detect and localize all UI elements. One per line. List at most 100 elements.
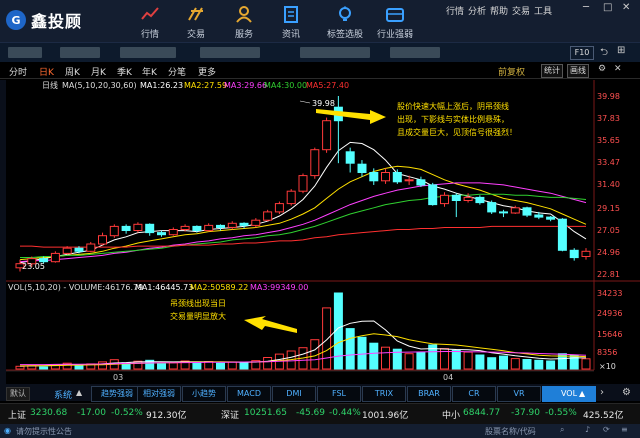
layout-icon[interactable]: ⊞ [617, 45, 625, 56]
menu-tools[interactable]: 工具 [534, 4, 552, 17]
sh-change: -17.00 [77, 408, 107, 418]
minimize-button[interactable]: ─ [583, 2, 589, 13]
caret-up-icon[interactable]: ▲ [579, 389, 585, 398]
nav-industry[interactable]: 行业强弱 [372, 4, 418, 40]
notice-text[interactable]: 请勿提示性公告 [16, 426, 72, 437]
period-tab[interactable]: 季K [117, 65, 132, 78]
indicator-tab[interactable]: VR [497, 386, 541, 402]
nav-tag-picker[interactable]: 标签选股 [322, 4, 368, 40]
candle-down [239, 222, 249, 226]
stock-info-bar [0, 43, 640, 62]
kline-chart[interactable]: 日线 MA(5,10,20,30,60) MA1:26.23 MA2:27.59… [0, 80, 640, 384]
candle-down [451, 194, 461, 202]
search-icon[interactable]: ⌕ [560, 425, 564, 435]
high-price-label: 39.98 [312, 99, 335, 108]
indicator-tab[interactable]: 小趋势 [182, 386, 226, 402]
sz-label[interactable]: 深证 [221, 408, 239, 421]
stock-search-input[interactable]: 股票名称/代码 [485, 426, 536, 437]
indicator-tab[interactable]: 趋势强弱 [91, 386, 143, 402]
system-dropdown[interactable]: 系统 [54, 388, 72, 401]
annotation-line: 出现，下影线与实体比例悬殊， [397, 115, 509, 124]
indicator-tab[interactable]: FSL [317, 386, 361, 402]
volume-bar [499, 355, 508, 370]
volume-bar [322, 307, 332, 370]
volume-bar [487, 357, 497, 370]
volume-bar [263, 357, 273, 370]
annotation-hanging-man: 股价快速大幅上涨后，阴吊颈线 出现，下影线与实体比例悬殊， 且成交量巨大，见顶信… [397, 100, 517, 139]
nav-label: 行情 [140, 30, 159, 40]
sh-label[interactable]: 上证 [8, 408, 26, 421]
y-tick: 33.47 [597, 158, 620, 167]
chevron-right-icon[interactable]: › [600, 387, 604, 398]
candle-down [369, 172, 379, 182]
volume-bar [357, 336, 367, 370]
caret-up-icon[interactable]: ▲ [76, 388, 82, 397]
sz-change: -45.69 [296, 408, 326, 418]
sound-icon[interactable]: ♪ [585, 425, 590, 434]
indicator-tab-active[interactable]: VOL [542, 386, 596, 402]
period-tab[interactable]: 周K [65, 65, 80, 78]
back-icon[interactable]: ⮌ [600, 45, 608, 62]
indicator-tab[interactable]: CR [452, 386, 496, 402]
settings-icon[interactable]: ⚙ [598, 64, 606, 74]
period-tab[interactable]: 分时 [9, 65, 27, 78]
indicator-tab[interactable]: BRAR [407, 386, 451, 402]
period-tab[interactable]: 年K [142, 65, 157, 78]
candle-down [557, 218, 567, 251]
candle-down [357, 163, 367, 173]
volume-bar [381, 346, 390, 370]
period-tab[interactable]: 分笔 [168, 65, 186, 78]
menu-icon[interactable]: ≡ [621, 425, 628, 434]
candle-down [392, 172, 402, 183]
candle-up [581, 250, 591, 258]
candle-down [569, 249, 579, 259]
nav-news[interactable]: 资讯 [271, 4, 311, 40]
volume-bar [416, 351, 426, 370]
volume-bar [15, 365, 25, 370]
volume-bar [227, 361, 237, 370]
nav-label: 资讯 [281, 30, 300, 40]
menu-trade[interactable]: 交易 [512, 4, 530, 17]
indicator-tab[interactable]: DMI [272, 386, 316, 402]
default-button[interactable]: 默认 [6, 387, 30, 401]
candle-down [534, 214, 544, 218]
gear-icon[interactable]: ⚙ [622, 387, 631, 398]
footer-bar: ◉ 请勿提示性公告 股票名称/代码 ⌕ ♪ ⟳ ≡ [0, 424, 640, 438]
volume-bar [404, 353, 414, 370]
price-y-axis: 39.98 37.83 35.65 33.47 31.40 29.15 27.0… [597, 92, 620, 279]
period-tab-active[interactable]: 日K [39, 65, 54, 78]
ma4-legend: MA4:30.00 [264, 81, 307, 90]
candle-down [428, 184, 438, 206]
indicator-tab[interactable]: MACD [227, 386, 271, 402]
refresh-icon[interactable]: ⟳ [603, 425, 610, 434]
candle-up [86, 243, 96, 252]
period-tab[interactable]: 月K [91, 65, 106, 78]
vol-ma2-legend: MA2:50589.22 [190, 283, 248, 292]
candle-up [404, 179, 414, 182]
period-tab-more[interactable]: 更多 [198, 65, 216, 78]
volume-bar [216, 362, 225, 370]
nav-trade[interactable]: 交易 [176, 4, 216, 40]
adjust-dropdown[interactable]: 前复权 [498, 65, 525, 78]
nav-label: 行业强弱 [376, 30, 413, 40]
close-panel-icon[interactable]: ✕ [614, 64, 622, 74]
nav-label: 服务 [234, 30, 253, 40]
nav-service[interactable]: 服务 [224, 4, 264, 40]
blurred-text [60, 47, 100, 58]
stats-button[interactable]: 统计 [541, 64, 563, 78]
indicator-tab[interactable]: TRIX [362, 386, 406, 402]
menu-analysis[interactable]: 分析 [468, 4, 486, 17]
candle-down [487, 202, 497, 213]
close-button[interactable]: ✕ [622, 2, 630, 13]
menu-quotes[interactable]: 行情 [446, 4, 464, 17]
draw-line-button[interactable]: 画线 [567, 64, 589, 78]
candle-down [157, 232, 166, 236]
y-tick: 37.83 [597, 114, 620, 123]
nav-quotes[interactable]: 行情 [130, 4, 170, 40]
menu-help[interactable]: 帮助 [490, 4, 508, 17]
candle-up [263, 211, 273, 221]
zx-label[interactable]: 中小 [442, 408, 460, 421]
indicator-tab[interactable]: 相对强弱 [137, 386, 181, 402]
maximize-button[interactable]: □ [603, 2, 612, 13]
f10-button[interactable]: F10 [570, 46, 594, 60]
